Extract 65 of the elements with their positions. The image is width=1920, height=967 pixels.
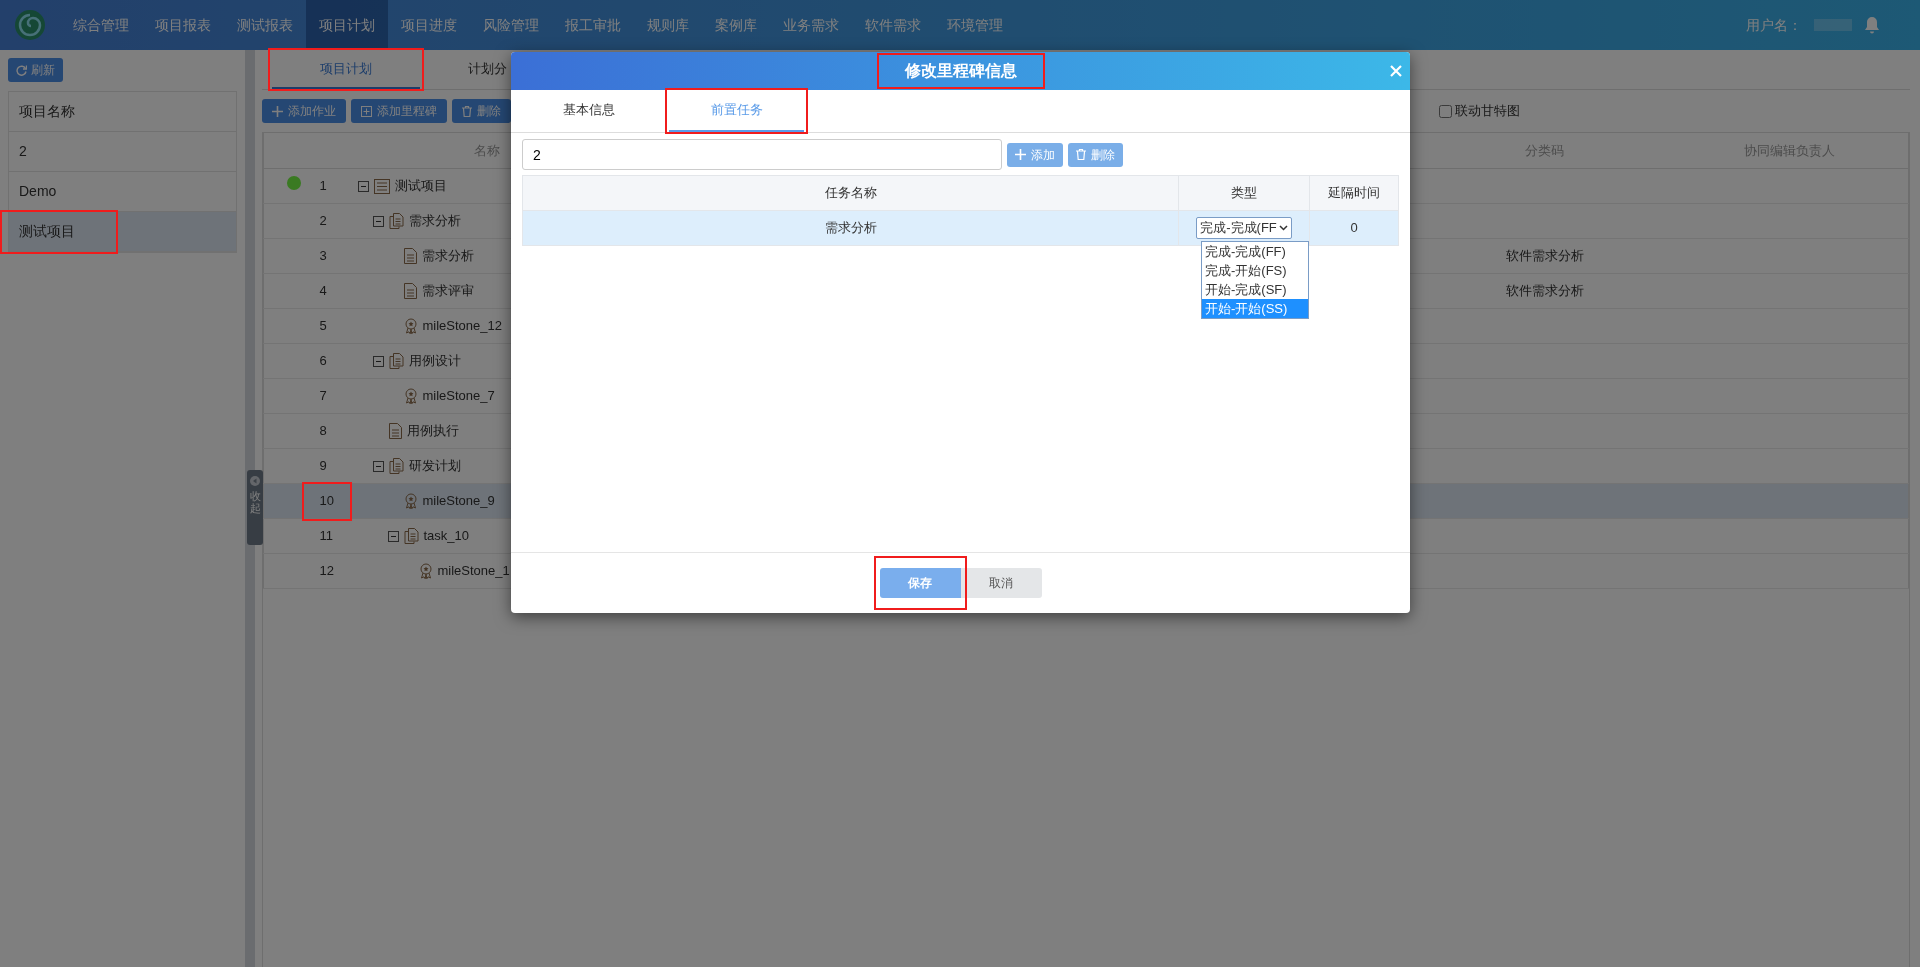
- project-item[interactable]: 2: [9, 132, 236, 172]
- task-name: task_10: [423, 527, 470, 546]
- nav-item[interactable]: 项目进度: [388, 0, 470, 50]
- category-code: 软件需求分析: [1505, 283, 1584, 299]
- row-number: 3: [319, 248, 327, 264]
- row-number: 9: [319, 458, 327, 474]
- row-number: 11: [319, 528, 333, 544]
- project-item[interactable]: 测试项目: [9, 212, 236, 252]
- task-name: 测试项目: [394, 177, 447, 196]
- row-number: 2: [319, 213, 327, 229]
- nav-item[interactable]: 规则库: [634, 0, 702, 50]
- delete-button[interactable]: 删除: [1068, 142, 1123, 167]
- category-code: 软件需求分析: [1505, 248, 1584, 264]
- delete-button[interactable]: 删除: [452, 99, 511, 123]
- nav-item[interactable]: 风险管理: [470, 0, 552, 50]
- refresh-button[interactable]: 刷新: [8, 58, 63, 82]
- row-number: 8: [319, 423, 327, 439]
- task-name: 需求分析: [824, 220, 877, 236]
- nav-item[interactable]: 项目报表: [142, 0, 224, 50]
- save-button[interactable]: 保存: [879, 568, 961, 598]
- milestone-button[interactable]: 添加里程碑: [351, 99, 447, 123]
- tab[interactable]: 基本信息: [521, 90, 656, 132]
- type-select[interactable]: 完成-完成(FF: [1196, 217, 1292, 239]
- task-name: mileStone_7: [422, 387, 495, 406]
- nav-item[interactable]: 报工审批: [552, 0, 634, 50]
- delay-value: 0: [1350, 220, 1358, 236]
- column-header: 任务名称: [522, 175, 1179, 211]
- row-number: 10: [319, 493, 334, 509]
- dropdown-option[interactable]: 开始-开始(SS): [1202, 299, 1308, 318]
- tab[interactable]: 前置任务: [669, 90, 804, 132]
- dialog-title: 修改里程碑信息: [904, 61, 1017, 81]
- task-name: mileStone_9: [422, 492, 495, 511]
- task-name: mileStone_12: [422, 317, 502, 336]
- task-name: 需求分析: [408, 212, 461, 231]
- dropdown-option[interactable]: 完成-开始(FS): [1202, 261, 1308, 280]
- task-name: 需求评审: [421, 282, 474, 301]
- column-header: 延隔时间: [1309, 175, 1399, 211]
- task-name: 研发计划: [408, 457, 461, 476]
- column-header: 类型: [1178, 175, 1310, 211]
- add-button[interactable]: 添加作业: [262, 99, 346, 123]
- cancel-button[interactable]: 取消: [960, 568, 1042, 598]
- username-label: 用户名：: [1746, 15, 1802, 35]
- task-input[interactable]: 2: [522, 139, 1002, 170]
- row-number: 4: [319, 283, 327, 299]
- nav-item[interactable]: 综合管理: [60, 0, 142, 50]
- row-number: 1: [319, 178, 327, 194]
- row-number: 5: [319, 318, 327, 334]
- nav-item[interactable]: 案例库: [702, 0, 770, 50]
- nav-item[interactable]: 业务需求: [770, 0, 852, 50]
- task-name: mileStone_1: [437, 562, 510, 581]
- add-button[interactable]: 添加: [1007, 142, 1063, 167]
- dropdown-option[interactable]: 开始-完成(SF): [1202, 280, 1308, 299]
- list-header: 项目名称: [9, 92, 236, 132]
- nav-item[interactable]: 软件需求: [852, 0, 934, 50]
- nav-item[interactable]: 环境管理: [934, 0, 1016, 50]
- tab[interactable]: 项目计划: [272, 50, 420, 89]
- checkbox-label: 联动甘特图: [1455, 102, 1520, 121]
- task-name: 用例设计: [408, 352, 461, 371]
- row-number: 7: [319, 388, 327, 404]
- task-name: 需求分析: [421, 247, 474, 266]
- row-number: 12: [319, 563, 334, 579]
- collapse-handle[interactable]: 收起: [247, 470, 263, 545]
- task-name: 用例执行: [406, 422, 459, 441]
- nav-item[interactable]: 测试报表: [224, 0, 306, 50]
- row-number: 6: [319, 353, 327, 369]
